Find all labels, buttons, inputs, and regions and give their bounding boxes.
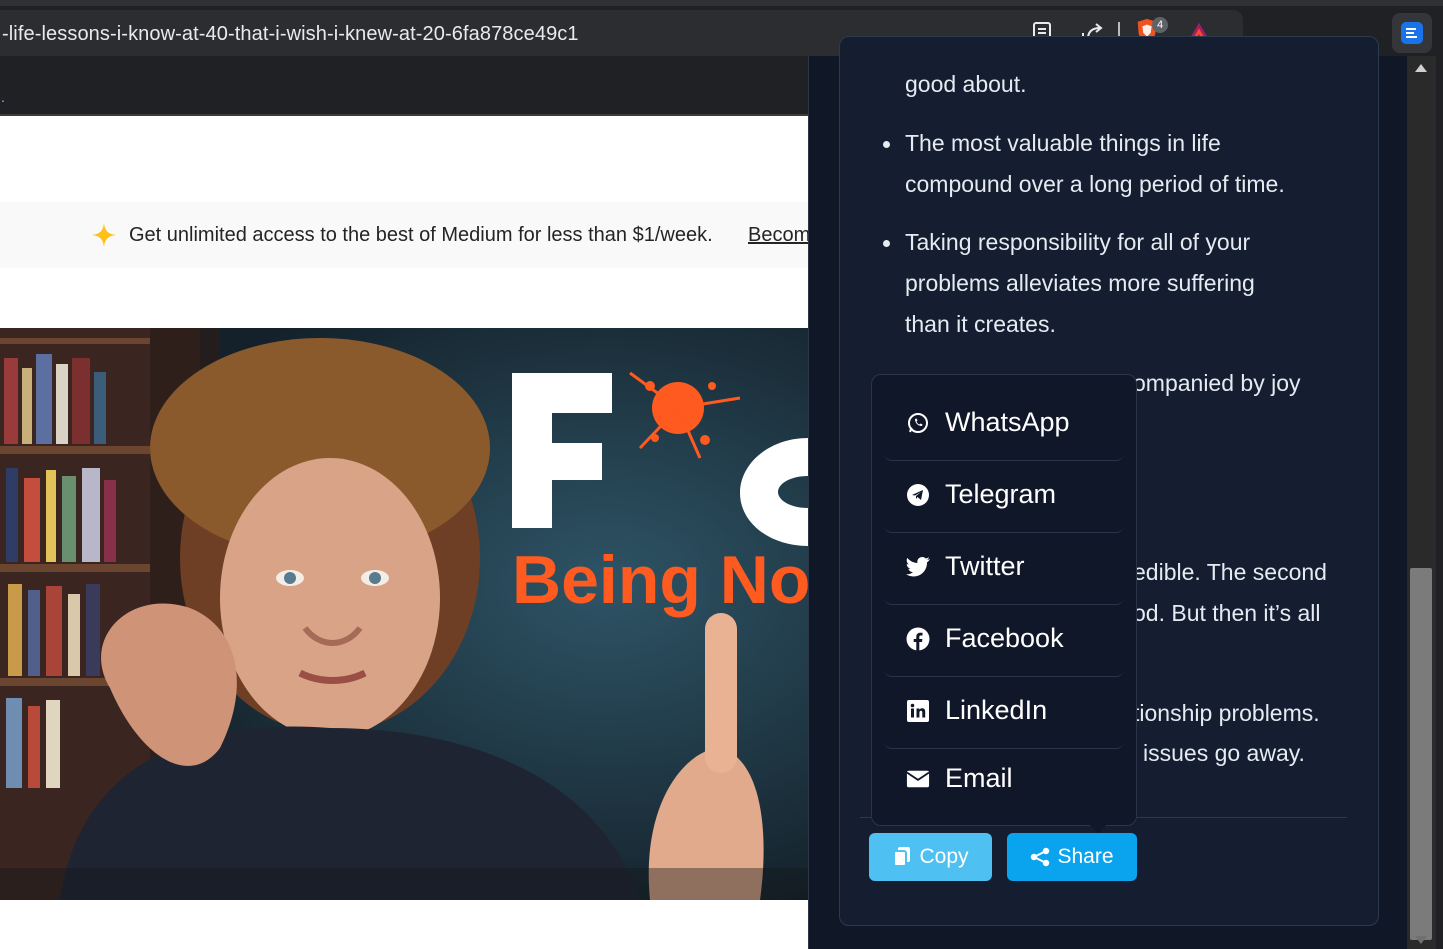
extension-button[interactable] <box>1392 13 1432 53</box>
hero-illustration: Being No <box>0 328 808 900</box>
summary-line: problems alleviates more suffering <box>905 270 1255 296</box>
hero-subtitle: Being No <box>512 542 808 618</box>
share-whatsapp[interactable]: WhatsApp <box>884 385 1124 461</box>
share-item-label: Email <box>945 763 1013 793</box>
share-facebook[interactable]: Facebook <box>884 601 1124 677</box>
scroll-up-arrow[interactable] <box>1415 64 1427 72</box>
article-page: Get unlimited access to the best of Medi… <box>0 116 808 949</box>
scroll-down-arrow[interactable] <box>1415 936 1427 944</box>
bookmarks-bar: . <box>0 58 808 116</box>
tab-strip <box>0 0 1443 6</box>
become-member-link[interactable]: Becom <box>748 224 808 247</box>
summary-line: Taking responsibility for all of your <box>905 229 1251 255</box>
summary-line: The most valuable things in life <box>905 130 1221 156</box>
url-text[interactable]: -life-lessons-i-know-at-40-that-i-wish-i… <box>2 23 579 46</box>
summary-line: tionship problems. <box>1133 700 1320 726</box>
share-item-label: Twitter <box>945 551 1025 581</box>
scroll-thumb[interactable] <box>1410 568 1432 940</box>
summary-line: compound over a long period of time. <box>905 171 1285 197</box>
sparkle-icon <box>92 223 116 247</box>
summary-line: edible. The second <box>1133 559 1327 585</box>
bullet <box>883 240 890 247</box>
share-telegram[interactable]: Telegram <box>884 457 1124 533</box>
share-icon <box>1030 847 1050 867</box>
shields-count-badge: 4 <box>1152 17 1168 33</box>
share-item-label: WhatsApp <box>945 407 1070 437</box>
hero-image: Being No <box>0 328 808 900</box>
share-menu: WhatsApp Telegram Twitter Facebook Linke… <box>871 374 1137 826</box>
panel-scrollbar[interactable] <box>1407 56 1436 949</box>
summary-line: od. But then it’s all <box>1133 600 1321 626</box>
telegram-icon <box>906 483 930 507</box>
share-email[interactable]: Email <box>884 745 1124 809</box>
share-button-label: Share <box>1057 845 1114 868</box>
summary-line: issues go away. <box>1143 740 1305 766</box>
summary-line: than it creates. <box>905 311 1056 337</box>
banner-text: Get unlimited access to the best of Medi… <box>129 224 713 246</box>
bookmark-item[interactable]: . <box>1 89 5 105</box>
linkedin-icon <box>906 699 930 723</box>
share-twitter[interactable]: Twitter <box>884 529 1124 605</box>
share-button[interactable]: Share <box>1007 833 1137 881</box>
extension-icon <box>1401 22 1423 44</box>
window-edge <box>1436 56 1443 949</box>
membership-banner: Get unlimited access to the best of Medi… <box>0 202 808 268</box>
share-item-label: Telegram <box>945 479 1057 509</box>
share-item-label: Facebook <box>945 623 1064 653</box>
whatsapp-icon <box>906 411 930 435</box>
email-icon <box>906 767 930 791</box>
copy-button-label: Copy <box>919 845 969 868</box>
facebook-icon <box>906 627 930 651</box>
screen: -life-lessons-i-know-at-40-that-i-wish-i… <box>0 0 1443 949</box>
share-linkedin[interactable]: LinkedIn <box>884 673 1124 749</box>
bullet <box>883 141 890 148</box>
share-item-label: LinkedIn <box>945 695 1048 725</box>
summary-line: ompanied by joy <box>1133 370 1301 396</box>
twitter-icon <box>906 555 930 579</box>
copy-button[interactable]: Copy <box>869 833 992 881</box>
summary-line: good about. <box>905 71 1027 97</box>
copy-icon <box>892 846 912 868</box>
